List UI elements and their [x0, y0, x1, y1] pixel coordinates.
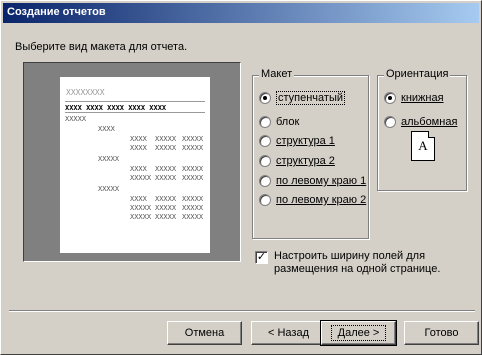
radio-button[interactable] — [259, 175, 271, 187]
orientation-group-label: Ориентация — [384, 68, 451, 80]
preview-detail: XXXXX — [182, 204, 204, 212]
back-button[interactable]: < Назад — [251, 321, 326, 345]
finish-button-label: Готово — [424, 327, 459, 339]
preview-detail: XXXXX — [155, 174, 177, 182]
preview-detail: XXXXX — [155, 213, 177, 221]
page-orientation-icon: A — [411, 131, 435, 161]
title-bar: Создание отчетов — [3, 3, 479, 23]
radio-button[interactable] — [259, 92, 271, 104]
preview-detail: XXXXX — [182, 213, 204, 221]
preview-group-1: XXXXX — [65, 115, 87, 123]
radio-layout-left-2[interactable]: по левому краю 2 — [259, 192, 366, 208]
radio-label: ступенчатый — [276, 91, 346, 105]
radio-button[interactable] — [259, 135, 271, 147]
preview-detail: XXXX — [130, 165, 147, 173]
preview-detail: XXXX — [130, 195, 147, 203]
radio-layout-outline-1[interactable]: структура 1 — [259, 133, 335, 149]
layout-group: Макет ступенчатый блок структура 1 струк… — [252, 68, 369, 239]
preview-header-row: XXXX XXXX XXXX XXXX XXXX — [65, 104, 167, 112]
preview-detail: XXXXX — [155, 144, 177, 152]
preview-detail: XXXXX — [182, 144, 204, 152]
preview-detail: XXXXX — [155, 195, 177, 203]
prompt-text: Выберите вид макета для отчета. — [15, 41, 188, 53]
preview-group-2: XXXXX — [98, 155, 120, 163]
radio-layout-stepped[interactable]: ступенчатый — [259, 90, 346, 106]
radio-orientation-landscape[interactable]: альбомная — [384, 114, 457, 130]
fit-width-checkbox[interactable]: ✓ — [255, 251, 268, 264]
cancel-button[interactable]: Отмена — [167, 321, 242, 345]
radio-label: по левому краю 1 — [276, 175, 367, 187]
radio-label: книжная — [401, 92, 444, 104]
preview-detail: XXXXX — [182, 195, 204, 203]
next-button[interactable]: Далее > — [320, 320, 397, 346]
preview-detail: XXXXX — [155, 135, 177, 143]
preview-page: XXXXXXXX XXXX XXXX XXXX XXXX XXXX XXXXX … — [60, 77, 210, 253]
orientation-group: Ориентация книжная альбомная A — [377, 68, 467, 191]
fit-width-label: Настроить ширину полей для размещения на… — [274, 250, 441, 275]
preview-detail: XXXX — [130, 144, 147, 152]
layout-preview: XXXXXXXX XXXX XXXX XXXX XXXX XXXX XXXXX … — [23, 62, 241, 262]
fit-width-checkbox-row[interactable]: ✓ Настроить ширину полей для размещения … — [255, 250, 474, 276]
next-button-label: Далее > — [330, 325, 387, 341]
preview-group-2: XXXXX — [98, 185, 120, 193]
preview-detail: XXXX — [130, 135, 147, 143]
back-button-label: < Назад — [268, 327, 309, 339]
radio-orientation-portrait[interactable]: книжная — [384, 90, 444, 106]
radio-button[interactable] — [384, 116, 396, 128]
preview-rule — [65, 101, 205, 102]
radio-layout-outline-2[interactable]: структура 2 — [259, 153, 335, 169]
preview-group-2: XXXX — [98, 125, 115, 133]
radio-button[interactable] — [259, 116, 271, 128]
preview-detail: XXXXX — [182, 135, 204, 143]
finish-button[interactable]: Готово — [404, 321, 479, 345]
radio-layout-left-1[interactable]: по левому краю 1 — [259, 173, 366, 189]
radio-button[interactable] — [259, 194, 271, 206]
preview-detail: XXXXX — [130, 213, 152, 221]
layout-group-label: Макет — [259, 68, 295, 80]
preview-detail: XXXXX — [130, 204, 152, 212]
preview-detail: XXXXX — [182, 165, 204, 173]
radio-label: структура 1 — [276, 135, 335, 147]
preview-title: XXXXXXXX — [66, 88, 105, 97]
preview-rule — [65, 112, 205, 113]
radio-layout-block[interactable]: блок — [259, 114, 299, 130]
radio-label: блок — [276, 116, 300, 128]
report-wizard-window: Создание отчетов Выберите вид макета для… — [0, 0, 482, 355]
preview-detail: XXXXX — [155, 204, 177, 212]
radio-button[interactable] — [384, 92, 396, 104]
preview-detail: XXXXX — [182, 174, 204, 182]
radio-button[interactable] — [259, 155, 271, 167]
radio-label: по левому краю 2 — [276, 194, 367, 206]
cancel-button-label: Отмена — [184, 327, 225, 339]
preview-detail: XXXXX — [130, 174, 152, 182]
separator-line — [9, 310, 475, 312]
preview-detail: XXXXX — [155, 165, 177, 173]
radio-label: структура 2 — [276, 155, 335, 167]
radio-label: альбомная — [401, 116, 458, 128]
